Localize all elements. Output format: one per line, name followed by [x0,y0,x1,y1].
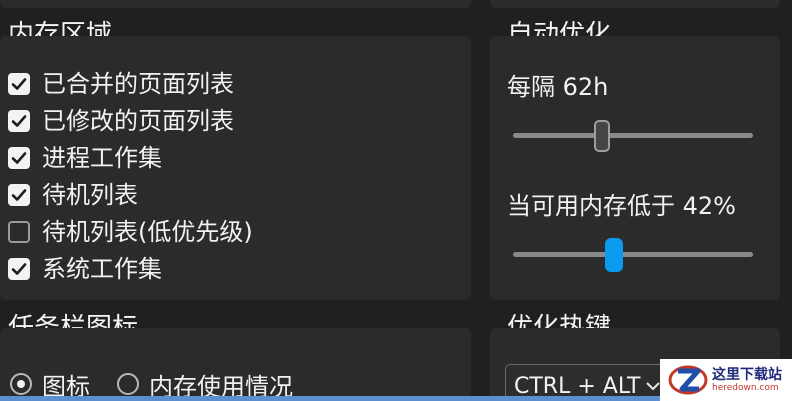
memory-area-label: 进程工作集 [42,144,162,172]
checkbox-checked[interactable] [8,73,30,95]
interval-slider-thumb[interactable] [593,120,610,152]
memory-area-checkbox-row[interactable]: 待机列表(低优先级) [8,217,253,247]
checkbox-checked[interactable] [8,147,30,169]
memory-area-checkbox-row[interactable]: 已修改的页面列表 [8,106,234,136]
watermark-logo-icon [668,365,708,395]
chevron-down-icon [646,381,661,391]
radio-memory-usage-button[interactable] [117,373,139,395]
bottom-highlight-strip [0,396,660,401]
checkmark-icon [11,263,27,275]
watermark-sub-text: heredown.com [712,382,779,393]
watermark-main-text: 这里下载站 [712,366,782,383]
checkmark-icon [11,189,27,201]
checkmark-icon [11,115,27,127]
memory-area-checkbox-row[interactable]: 待机列表 [8,180,138,210]
memory-area-label: 系统工作集 [42,255,162,283]
checkmark-icon [11,152,27,164]
radio-icon-button[interactable] [10,373,32,395]
top-panel-left-remnant [0,0,471,8]
memory-area-checkbox-row[interactable]: 系统工作集 [8,254,162,284]
memory-area-checkbox-row[interactable]: 进程工作集 [8,143,162,173]
interval-slider-track[interactable] [513,133,753,138]
checkbox-unchecked[interactable] [8,221,30,243]
memory-area-label: 已合并的页面列表 [42,70,234,98]
memory-area-label: 待机列表 [42,181,138,209]
threshold-slider-thumb[interactable] [604,238,623,272]
checkbox-checked[interactable] [8,258,30,280]
memory-area-label: 待机列表(低优先级) [42,218,253,246]
settings-window: 内存区域 已合并的页面列表 已修改的页面列表 进程工作集 待机列表 待机列表(低优先级)… [0,0,792,401]
memory-area-checkbox-row[interactable]: 已合并的页面列表 [8,69,234,99]
threshold-slider-track[interactable] [513,252,753,257]
top-panel-right-remnant [490,0,780,8]
radio-selected-dot [17,380,25,388]
interval-label: 每隔 62h [507,73,609,101]
hotkey-dropdown-value: CTRL + ALT [514,373,641,399]
threshold-label: 当可用内存低于 42% [507,192,736,220]
checkbox-checked[interactable] [8,184,30,206]
checkmark-icon [11,78,27,90]
memory-area-label: 已修改的页面列表 [42,107,234,135]
checkbox-checked[interactable] [8,110,30,132]
watermark: 这里下载站 heredown.com [660,359,792,401]
